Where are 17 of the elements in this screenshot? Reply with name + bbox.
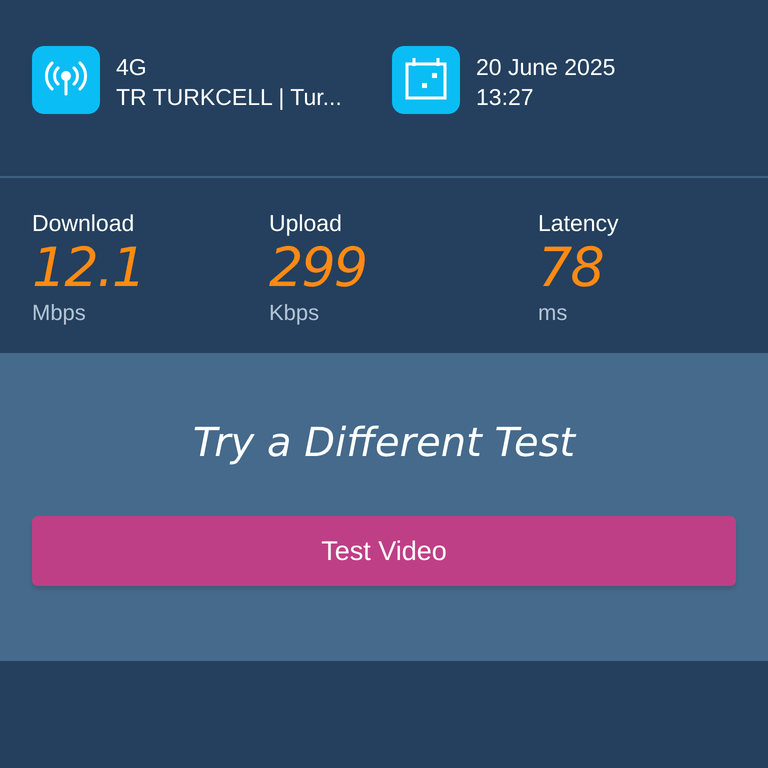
antenna-icon <box>32 46 100 114</box>
metric-value: 78 <box>538 238 603 298</box>
metric-label: Upload <box>269 209 342 238</box>
metric-value: 299 <box>269 238 366 298</box>
metric-label: Latency <box>538 209 619 238</box>
metric-unit: Kbps <box>269 299 320 327</box>
info-text: 20 June 2025 <box>476 53 616 82</box>
metric-unit: ms <box>538 299 568 327</box>
metric-unit: Mbps <box>32 299 86 327</box>
info-text: 4G <box>116 53 148 82</box>
metric-label: Download <box>32 209 134 238</box>
promo-title: Try a Different Test <box>192 419 576 468</box>
calendar-icon <box>392 46 460 114</box>
test-video-button[interactable]: Test Video <box>32 516 736 586</box>
metric-value: 12.1 <box>32 238 144 298</box>
info-text: 13:27 <box>476 83 535 112</box>
info-text: TR TURKCELL | Tur... <box>116 83 342 112</box>
